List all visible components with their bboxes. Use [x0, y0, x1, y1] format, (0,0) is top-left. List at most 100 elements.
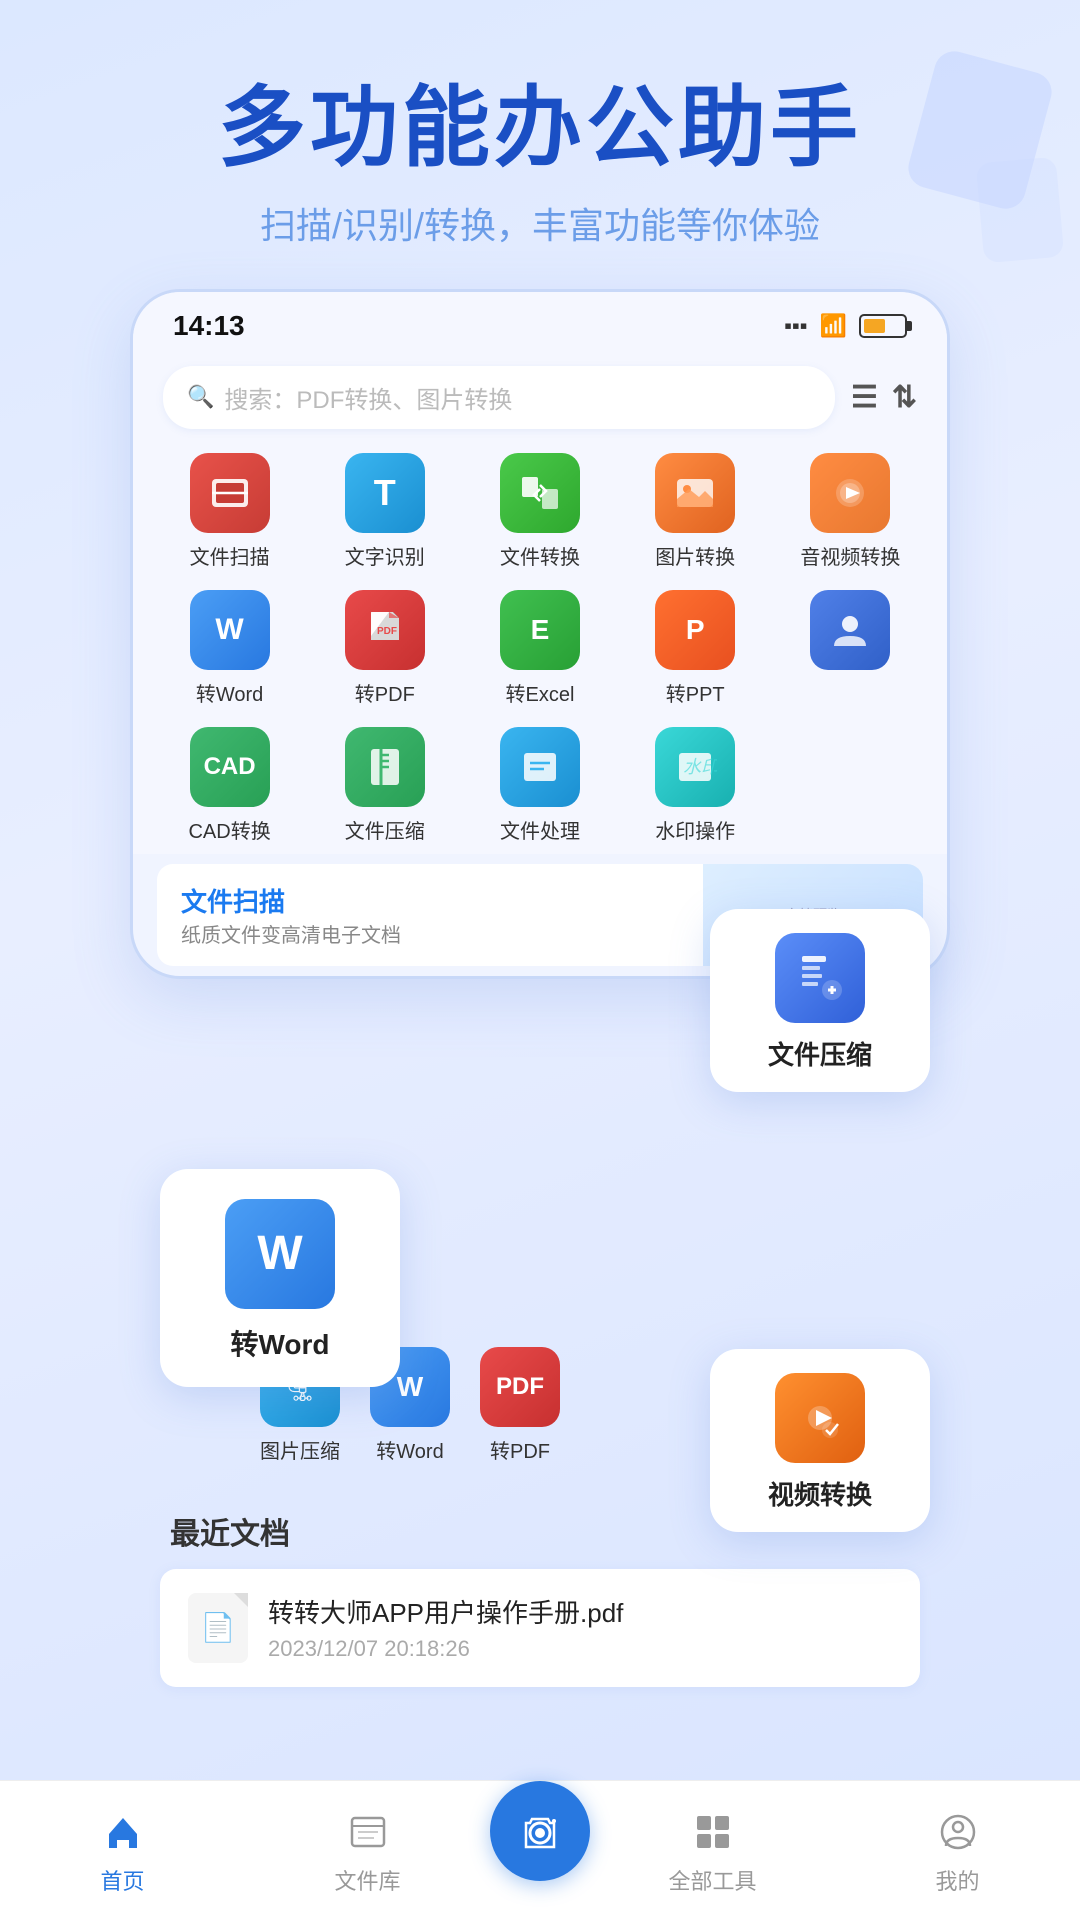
recent-doc-item[interactable]: 📄 转转大师APP用户操作手册.pdf 2023/12/07 20:18:26	[160, 1569, 920, 1687]
banner-content: 文件扫描 纸质文件变高清电子文档	[181, 882, 401, 948]
to-excel-icon: E	[500, 590, 580, 670]
to-ppt-label: 转PPT	[666, 678, 725, 707]
floating-word-label: 转Word	[230, 1323, 329, 1363]
icon-grid-row2: W 转Word PDF 转PDF	[133, 580, 947, 717]
media-convert-label: 音视频转换	[800, 541, 900, 570]
feature-img-convert[interactable]: 图片转换	[623, 453, 768, 570]
search-bar-row: 🔍 搜索：PDF转换、图片转换 ☰ ⇅	[133, 352, 947, 443]
nav-files-label: 文件库	[334, 1864, 400, 1896]
watermark-label: 水印操作	[655, 815, 735, 844]
sort-icon[interactable]: ⇅	[892, 380, 917, 415]
feature-ocr[interactable]: T 文字识别	[312, 453, 457, 570]
feature-to-ppt[interactable]: P 转PPT	[623, 590, 768, 707]
feature-file-convert[interactable]: 文件转换	[467, 453, 612, 570]
feature-file-proc[interactable]: 文件处理	[467, 727, 612, 844]
bottom-nav: 首页 文件库	[0, 1780, 1080, 1920]
svg-text:水印: 水印	[683, 757, 717, 777]
status-icons: ▪▪▪ 📶	[784, 313, 907, 339]
feature-to-excel[interactable]: E 转Excel	[467, 590, 612, 707]
feature-empty	[778, 727, 923, 844]
floating-video-icon	[775, 1373, 865, 1463]
feature-to-word[interactable]: W 转Word	[157, 590, 302, 707]
mini-to-word-label: 转Word	[376, 1435, 443, 1464]
mini-to-pdf-icon: PDF	[480, 1347, 560, 1427]
file-compress-label: 文件压缩	[345, 815, 425, 844]
scan-label: 文件扫描	[190, 541, 270, 570]
feature-to-pdf[interactable]: PDF 转PDF	[312, 590, 457, 707]
mini-icon-to-pdf[interactable]: PDF 转PDF	[480, 1347, 560, 1464]
floating-card-compress[interactable]: 文件压缩	[710, 909, 930, 1092]
wifi-icon: 📶	[820, 313, 847, 339]
recent-doc-icon: 📄	[188, 1593, 248, 1663]
feature-watermark[interactable]: 水印 水印操作	[623, 727, 768, 844]
files-icon	[342, 1806, 394, 1858]
to-word-icon: W	[190, 590, 270, 670]
deco-shape-2	[976, 157, 1064, 264]
to-pdf-label: 转PDF	[355, 678, 415, 707]
file-convert-icon	[500, 453, 580, 533]
feature-cad[interactable]: CAD CAD转换	[157, 727, 302, 844]
cad-label: CAD转换	[188, 815, 270, 844]
hero-title: 多功能办公助手	[60, 80, 1020, 177]
search-icon: 🔍	[187, 384, 214, 410]
home-icon	[97, 1806, 149, 1858]
cad-icon: CAD	[190, 727, 270, 807]
compress-icon-inner	[775, 933, 865, 1023]
battery-fill	[864, 319, 885, 333]
nav-home-label: 首页	[100, 1864, 144, 1896]
word-icon-inner: W	[225, 1199, 335, 1309]
camera-button[interactable]	[490, 1781, 590, 1881]
icon-grid-row1: 文件扫描 T 文字识别 文件转换	[133, 443, 947, 580]
feature-user[interactable]	[778, 590, 923, 707]
phone-wrapper: 14:13 ▪▪▪ 📶 🔍 搜索：PDF转换、图片转换 ☰ ⇅	[130, 289, 950, 979]
file-proc-icon	[500, 727, 580, 807]
search-actions: ☰ ⇅	[851, 380, 917, 415]
floating-video-label: 视频转换	[768, 1475, 872, 1512]
nav-mine[interactable]: 我的	[835, 1806, 1080, 1896]
nav-tools-label: 全部工具	[668, 1864, 756, 1896]
ocr-icon: T	[345, 453, 425, 533]
nav-tools[interactable]: 全部工具	[590, 1806, 835, 1896]
mini-img-compress-label: 图片压缩	[260, 1435, 340, 1464]
recent-doc-date: 2023/12/07 20:18:26	[268, 1636, 892, 1662]
file-convert-label: 文件转换	[500, 541, 580, 570]
file-compress-icon	[345, 727, 425, 807]
floating-compress-label: 文件压缩	[768, 1035, 872, 1072]
nav-mine-label: 我的	[935, 1864, 979, 1896]
hero-section: 多功能办公助手 扫描/识别/转换，丰富功能等你体验	[0, 0, 1080, 289]
filter-icon[interactable]: ☰	[851, 380, 878, 415]
floating-card-word[interactable]: W 转Word	[160, 1169, 400, 1387]
battery-icon	[859, 314, 907, 338]
svg-text:PDF: PDF	[377, 626, 397, 637]
feature-file-compress[interactable]: 文件压缩	[312, 727, 457, 844]
recent-section: 最近文档 📄 转转大师APP用户操作手册.pdf 2023/12/07 20:1…	[160, 1509, 920, 1687]
search-bar[interactable]: 🔍 搜索：PDF转换、图片转换	[163, 366, 835, 429]
to-ppt-icon: P	[655, 590, 735, 670]
feature-scan[interactable]: 文件扫描	[157, 453, 302, 570]
nav-files[interactable]: 文件库	[245, 1806, 490, 1896]
floating-compress-icon	[775, 933, 865, 1023]
to-excel-label: 转Excel	[506, 678, 575, 707]
ocr-label: 文字识别	[345, 541, 425, 570]
search-placeholder-text: 搜索：PDF转换、图片转换	[224, 380, 512, 415]
media-convert-icon	[810, 453, 890, 533]
hero-subtitle: 扫描/识别/转换，丰富功能等你体验	[60, 197, 1020, 249]
feature-media-convert[interactable]: 音视频转换	[778, 453, 923, 570]
recent-doc-info: 转转大师APP用户操作手册.pdf 2023/12/07 20:18:26	[268, 1593, 892, 1662]
phone-mockup: 14:13 ▪▪▪ 📶 🔍 搜索：PDF转换、图片转换 ☰ ⇅	[130, 289, 950, 979]
nav-home[interactable]: 首页	[0, 1806, 245, 1896]
status-time: 14:13	[173, 310, 245, 342]
tools-icon	[687, 1806, 739, 1858]
nav-camera[interactable]	[490, 1801, 590, 1901]
pdf-icon: 📄	[201, 1611, 236, 1644]
floating-card-video[interactable]: 视频转换	[710, 1349, 930, 1532]
banner-title: 文件扫描	[181, 887, 285, 917]
file-proc-label: 文件处理	[500, 815, 580, 844]
signal-icon: ▪▪▪	[784, 313, 807, 339]
img-convert-icon	[655, 453, 735, 533]
video-icon-inner	[775, 1373, 865, 1463]
img-convert-label: 图片转换	[655, 541, 735, 570]
status-bar: 14:13 ▪▪▪ 📶	[133, 292, 947, 352]
watermark-icon: 水印	[655, 727, 735, 807]
icon-grid-row3: CAD CAD转换 文件压缩	[133, 717, 947, 854]
